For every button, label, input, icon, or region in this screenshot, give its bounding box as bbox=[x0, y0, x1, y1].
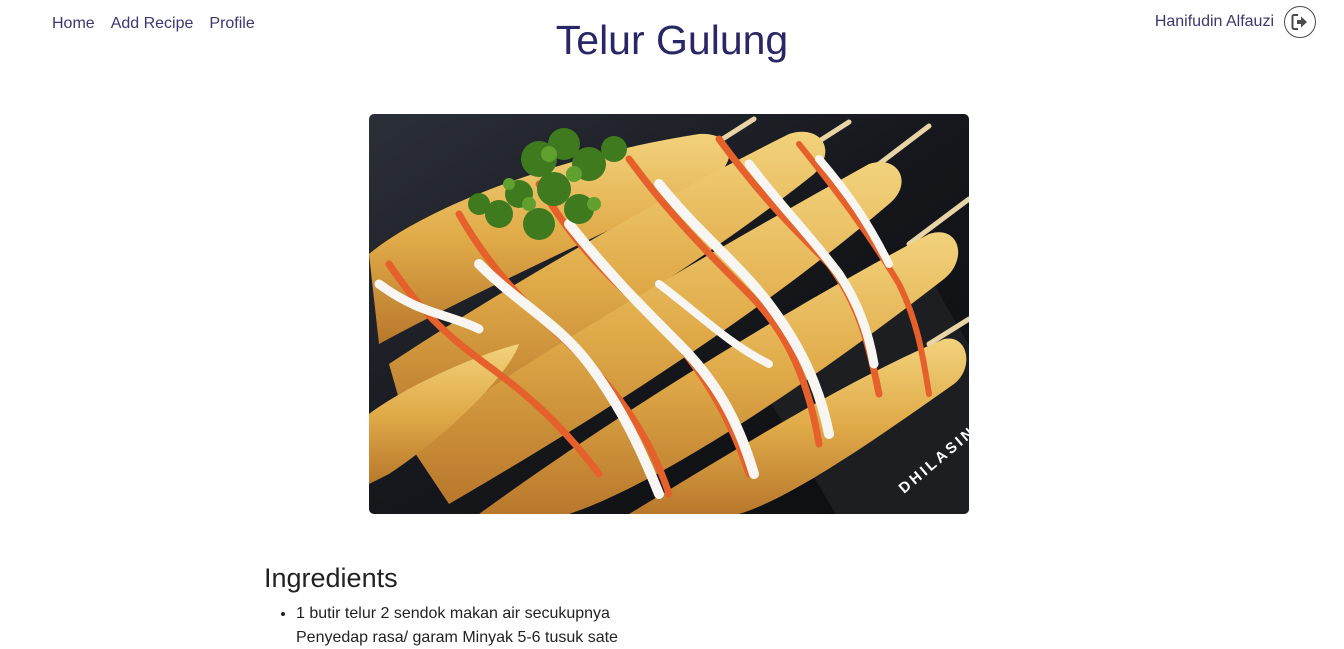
ingredient-line: 1 butir telur 2 sendok makan air secukup… bbox=[296, 605, 610, 622]
sign-out-icon bbox=[1291, 14, 1307, 30]
logout-button[interactable] bbox=[1284, 6, 1316, 38]
recipe-page: Home Add Recipe Profile Telur Gulung Han… bbox=[0, 0, 1344, 649]
recipe-photo: DHILASIN bbox=[369, 114, 969, 514]
user-area: Hanifudin Alfauzi bbox=[1155, 6, 1316, 38]
user-name[interactable]: Hanifudin Alfauzi bbox=[1155, 12, 1274, 32]
ingredient-item: 1 butir telur 2 sendok makan air secukup… bbox=[296, 602, 964, 649]
ingredient-line: Penyedap rasa/ garam Minyak 5-6 tusuk sa… bbox=[296, 629, 618, 646]
ingredients-section: Ingredients 1 butir telur 2 sendok makan… bbox=[264, 560, 964, 649]
ingredients-list: 1 butir telur 2 sendok makan air secukup… bbox=[264, 602, 964, 649]
recipe-title: Telur Gulung bbox=[555, 17, 789, 63]
ingredients-heading: Ingredients bbox=[264, 563, 398, 593]
